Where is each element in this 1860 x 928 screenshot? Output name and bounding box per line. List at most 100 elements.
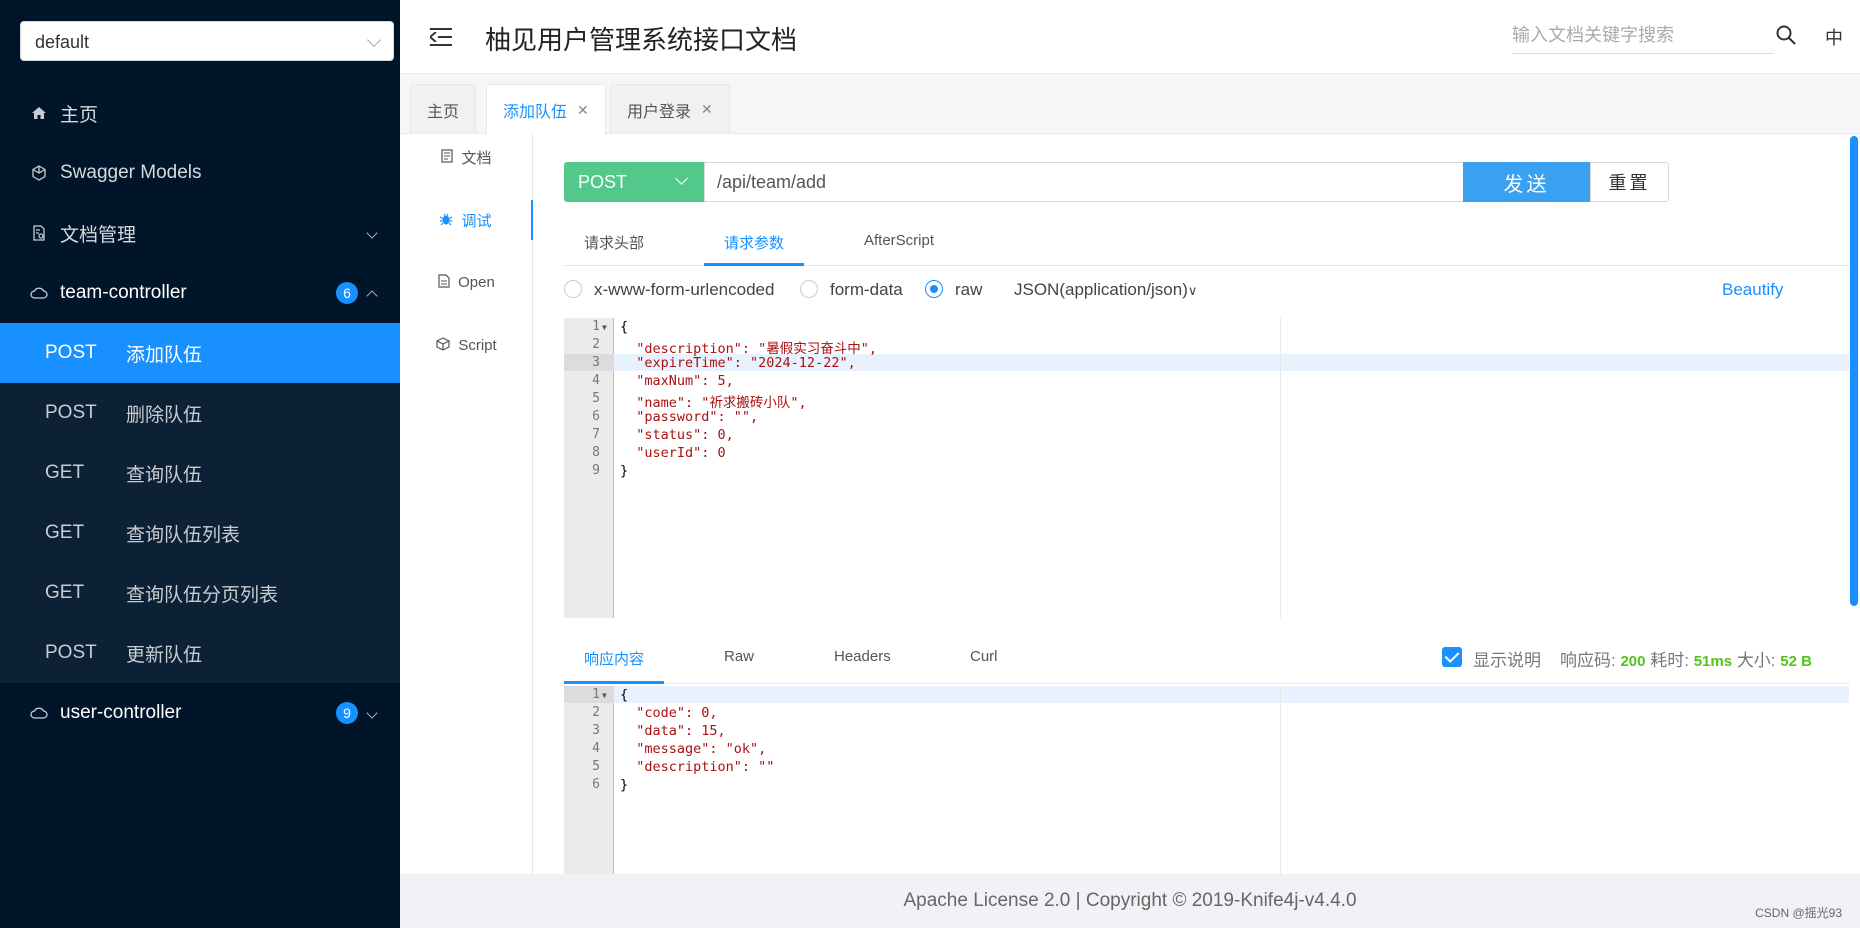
line-number: 2: [592, 705, 600, 720]
code-line: {: [620, 687, 629, 703]
fold-arrow-icon[interactable]: ▼: [602, 691, 607, 700]
menu-fold-icon[interactable]: [430, 28, 452, 46]
request-subtabs: 请求头部 请求参数 AfterScript: [564, 220, 1849, 266]
sidebar-item-label: 文档管理: [60, 224, 137, 246]
scrollbar[interactable]: [1850, 136, 1858, 606]
footer-text: Apache License 2.0 | Copyright © 2019-Kn…: [903, 890, 1357, 911]
sidebar-item-doc-manage[interactable]: 文档管理: [0, 203, 400, 263]
line-number: 4: [592, 373, 600, 388]
sidebar-item-home[interactable]: 主页: [0, 83, 400, 143]
send-button[interactable]: 发送: [1463, 162, 1590, 202]
bug-icon: [439, 212, 453, 229]
line-number: 6: [592, 777, 600, 792]
content-type-value: JSON(application/json): [1014, 280, 1188, 299]
response-body-editor[interactable]: 1 ▼ 2 3 4 5 6 { "code": 0, "data": 15, "m…: [564, 686, 1849, 874]
docnav-label: Open: [458, 273, 495, 291]
show-desc-checkbox[interactable]: [1442, 647, 1462, 667]
sidebar-item-user-controller[interactable]: user-controller 9: [0, 683, 400, 743]
sidebar-item-team-controller[interactable]: team-controller 6: [0, 263, 400, 323]
radio-label: raw: [955, 280, 983, 299]
content-type-select[interactable]: JSON(application/json)∨: [1014, 280, 1197, 300]
api-method: GET: [45, 522, 85, 543]
radio-label: form-data: [830, 280, 903, 299]
code-line: "description": "": [620, 759, 775, 775]
close-icon[interactable]: ✕: [701, 101, 713, 118]
code-label: 响应码:: [1560, 651, 1616, 670]
api-item[interactable]: GET 查询队伍: [0, 443, 400, 503]
close-icon[interactable]: ✕: [577, 102, 589, 119]
tab-response-content[interactable]: 响应内容: [584, 648, 644, 669]
radio-urlencoded[interactable]: [564, 280, 582, 298]
api-title: 查询队伍: [126, 464, 203, 486]
header: 柚见用户管理系统接口文档 中: [400, 0, 1860, 74]
code-line: {: [620, 319, 629, 335]
docnav-label: 调试: [461, 212, 492, 230]
docnav-debug[interactable]: 调试: [400, 200, 533, 240]
sidebar-item-label: Swagger Models: [60, 162, 202, 183]
code-line: }: [620, 463, 629, 479]
chevron-down-icon: [366, 227, 378, 239]
page-title: 柚见用户管理系统接口文档: [485, 25, 798, 55]
sidebar: default 主页 Swagger Models 文档管理 team-cont…: [0, 0, 400, 928]
tab-response-raw[interactable]: Raw: [724, 648, 754, 665]
chevron-up-icon: [366, 290, 378, 302]
time-label: 耗时:: [1650, 651, 1689, 670]
api-item[interactable]: POST 删除队伍: [0, 383, 400, 443]
sidebar-item-swagger-models[interactable]: Swagger Models: [0, 143, 400, 203]
beautify-button[interactable]: Beautify: [1722, 280, 1783, 300]
chevron-down-icon: ∨: [1187, 283, 1198, 298]
cloud-icon: [30, 284, 48, 302]
api-title: 查询队伍分页列表: [126, 584, 279, 606]
tab-response-headers[interactable]: Headers: [834, 648, 891, 665]
docnav-script[interactable]: Script: [400, 325, 533, 365]
status-code: 200: [1620, 653, 1646, 670]
home-icon: [30, 104, 48, 122]
code-line: "userId": 0: [620, 445, 726, 461]
method-select[interactable]: POST: [564, 162, 704, 202]
api-item[interactable]: GET 查询队伍列表: [0, 503, 400, 563]
tab-afterscript[interactable]: AfterScript: [864, 232, 934, 249]
reset-button[interactable]: 重置: [1590, 162, 1669, 202]
print-margin: [1280, 318, 1281, 618]
request-body-editor[interactable]: 1 ▼ 2 3 4 5 6 7 8 9 { "description": "暑假实…: [564, 318, 1849, 618]
docnav-doc[interactable]: 文档: [400, 137, 533, 177]
code-line: "data": 15,: [620, 723, 726, 739]
api-item[interactable]: POST 更新队伍: [0, 623, 400, 683]
tab-request-params[interactable]: 请求参数: [724, 232, 784, 253]
tab-add-team[interactable]: 添加队伍 ✕: [486, 84, 606, 135]
language-switch[interactable]: 中: [1825, 24, 1843, 50]
url-input[interactable]: [704, 162, 1464, 202]
tab-user-login[interactable]: 用户登录 ✕: [610, 84, 730, 134]
docnav-open[interactable]: Open: [400, 262, 533, 302]
response-stats: 响应码: 200 耗时: 51ms 大小: 52 B: [1560, 646, 1812, 671]
api-item[interactable]: POST 添加队伍: [0, 323, 400, 383]
tab-home[interactable]: 主页: [410, 84, 477, 134]
api-title: 删除队伍: [126, 404, 203, 426]
radio-form-data[interactable]: [800, 280, 818, 298]
chevron-down-icon: [675, 172, 688, 185]
line-number: 5: [592, 391, 600, 406]
file-gear-icon: [30, 224, 48, 242]
code-line: "code": 0,: [620, 705, 718, 721]
search-input[interactable]: [1512, 18, 1774, 54]
line-number: 9: [592, 463, 600, 478]
tab-request-headers[interactable]: 请求头部: [584, 232, 644, 253]
search-icon[interactable]: [1775, 24, 1797, 46]
api-method: GET: [45, 462, 85, 483]
line-number: 5: [592, 759, 600, 774]
code-line: "maxNum": 5,: [620, 373, 734, 389]
sidebar-item-label: 主页: [60, 104, 99, 126]
code-line: "description": "暑假实习奋斗中",: [620, 341, 878, 357]
code-line: "status": 0,: [620, 427, 734, 443]
api-item[interactable]: GET 查询队伍分页列表: [0, 563, 400, 623]
api-method: POST: [45, 342, 97, 363]
radio-raw[interactable]: [925, 280, 943, 298]
api-method: GET: [45, 582, 85, 603]
group-select[interactable]: default: [20, 21, 394, 61]
file-text-icon: [438, 273, 450, 291]
cloud-icon: [30, 704, 48, 722]
group-select-value: default: [35, 32, 90, 52]
fold-arrow-icon[interactable]: ▼: [602, 323, 607, 332]
tab-response-curl[interactable]: Curl: [970, 648, 998, 665]
line-number: 8: [592, 445, 600, 460]
